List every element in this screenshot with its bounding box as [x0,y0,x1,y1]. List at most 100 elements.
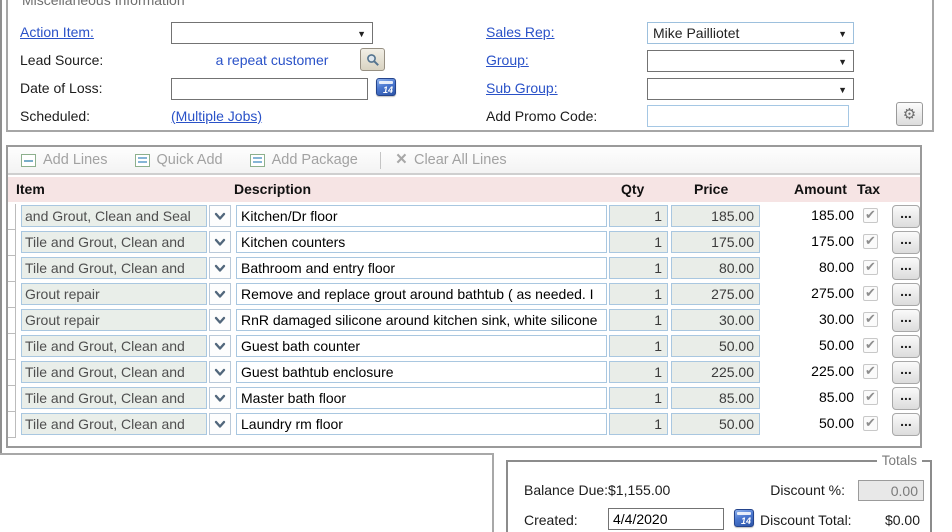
row-options-button[interactable]: ... [892,257,920,280]
item-combo-dropdown-button[interactable] [209,361,231,383]
row-selector[interactable] [8,334,16,360]
scheduled-multiple-jobs-link[interactable]: (Multiple Jobs) [171,108,262,124]
group-label[interactable]: Group: [486,52,529,68]
created-calendar-icon[interactable]: 14 [734,509,754,527]
item-combo-value[interactable]: Grout repair [21,309,207,331]
description-input[interactable] [236,231,607,253]
price-field[interactable]: 50.00 [671,413,760,435]
row-selector[interactable] [8,282,16,308]
row-selector[interactable] [8,204,16,230]
miscellaneous-information-section: Miscellaneous Information Action Item: ▼… [6,0,934,132]
row-selector[interactable] [8,360,16,386]
balance-due-label: Balance Due: [524,482,608,498]
description-input[interactable] [236,205,607,227]
price-field[interactable]: 175.00 [671,231,760,253]
sub-group-dropdown[interactable]: ▼ [647,78,854,100]
clear-all-lines-button[interactable]: × Clear All Lines [396,152,507,168]
row-options-button[interactable]: ... [892,361,920,384]
group-dropdown[interactable]: ▼ [647,50,854,72]
lead-source-value[interactable]: a repeat customer [171,52,373,68]
item-combo-dropdown-button[interactable] [209,257,231,279]
calendar-day-number: 14 [383,85,393,95]
qty-field[interactable]: 1 [609,205,668,227]
description-input[interactable] [236,335,607,357]
price-field[interactable]: 275.00 [671,283,760,305]
description-input[interactable] [236,283,607,305]
tax-checkbox[interactable]: ✔ [863,364,878,379]
item-combo-dropdown-button[interactable] [209,231,231,253]
qty-field[interactable]: 1 [609,283,668,305]
item-combo-value[interactable]: Tile and Grout, Clean and [21,361,207,383]
qty-field[interactable]: 1 [609,413,668,435]
description-input[interactable] [236,361,607,383]
tax-checkbox[interactable]: ✔ [863,338,878,353]
description-input[interactable] [236,309,607,331]
item-combo-dropdown-button[interactable] [209,283,231,305]
item-combo-dropdown-button[interactable] [209,205,231,227]
action-item-label[interactable]: Action Item: [20,24,94,40]
price-field[interactable]: 225.00 [671,361,760,383]
row-options-button[interactable]: ... [892,283,920,306]
item-combo-value[interactable]: Tile and Grout, Clean and [21,413,207,435]
tax-checkbox[interactable]: ✔ [863,208,878,223]
discount-total-value: $0.00 [844,512,920,528]
row-options-button[interactable]: ... [892,309,920,332]
tax-checkbox[interactable]: ✔ [863,286,878,301]
qty-field[interactable]: 1 [609,335,668,357]
toolbar-separator [380,152,381,169]
item-combo-dropdown-button[interactable] [209,335,231,357]
row-options-button[interactable]: ... [892,387,920,410]
row-options-button[interactable]: ... [892,335,920,358]
chevron-down-icon [214,290,226,299]
row-selector[interactable] [8,230,16,256]
qty-field[interactable]: 1 [609,257,668,279]
qty-field[interactable]: 1 [609,231,668,253]
item-combo-dropdown-button[interactable] [209,413,231,435]
qty-field[interactable]: 1 [609,387,668,409]
item-combo-dropdown-button[interactable] [209,309,231,331]
tax-checkbox[interactable]: ✔ [863,234,878,249]
item-combo-value[interactable]: Tile and Grout, Clean and [21,335,207,357]
price-field[interactable]: 80.00 [671,257,760,279]
add-lines-button[interactable]: Add Lines [21,152,108,168]
row-selector[interactable] [8,386,16,412]
item-combo-value[interactable]: Tile and Grout, Clean and [21,387,207,409]
description-input[interactable] [236,257,607,279]
item-combo-value[interactable]: Grout repair [21,283,207,305]
date-of-loss-calendar-icon[interactable]: 14 [376,78,396,96]
lead-source-search-button[interactable] [360,48,385,71]
price-field[interactable]: 50.00 [671,335,760,357]
qty-field[interactable]: 1 [609,361,668,383]
quick-add-button[interactable]: Quick Add [135,152,223,168]
promo-code-input[interactable] [647,105,849,127]
price-field[interactable]: 30.00 [671,309,760,331]
row-options-button[interactable]: ... [892,413,920,436]
line-item-row: Tile and Grout, Clean and 1 175.00 175.0… [8,230,920,256]
item-combo-value[interactable]: Tile and Grout, Clean and [21,231,207,253]
row-selector[interactable] [8,308,16,334]
tax-checkbox[interactable]: ✔ [863,260,878,275]
created-date-input[interactable] [608,508,724,530]
date-of-loss-input[interactable] [171,78,368,100]
sales-rep-dropdown[interactable]: Mike Pailliotet ▼ [647,22,854,44]
row-options-button[interactable]: ... [892,205,920,228]
sub-group-label[interactable]: Sub Group: [486,80,558,96]
item-combo-value[interactable]: Tile and Grout, Clean and [21,257,207,279]
qty-field[interactable]: 1 [609,309,668,331]
row-options-button[interactable]: ... [892,231,920,254]
tax-checkbox[interactable]: ✔ [863,312,878,327]
description-input[interactable] [236,387,607,409]
promo-code-apply-button[interactable]: ⚙ [896,102,923,126]
tax-checkbox[interactable]: ✔ [863,390,878,405]
action-item-dropdown[interactable]: ▼ [171,22,373,44]
item-combo-dropdown-button[interactable] [209,387,231,409]
add-package-button[interactable]: Add Package [250,152,358,168]
row-selector[interactable] [8,256,16,282]
row-selector[interactable] [8,412,16,438]
price-field[interactable]: 85.00 [671,387,760,409]
tax-checkbox[interactable]: ✔ [863,416,878,431]
item-combo-value[interactable]: and Grout, Clean and Seal [21,205,207,227]
sales-rep-label[interactable]: Sales Rep: [486,24,554,40]
description-input[interactable] [236,413,607,435]
price-field[interactable]: 185.00 [671,205,760,227]
